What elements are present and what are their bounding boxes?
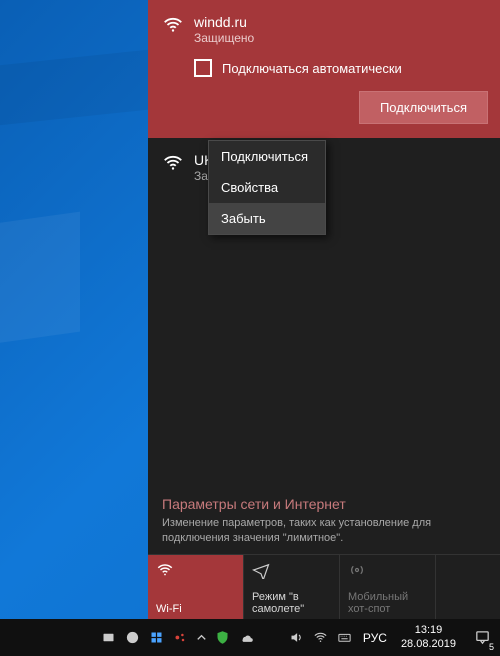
connect-button[interactable]: Подключиться <box>359 91 488 124</box>
wifi-icon <box>162 14 184 45</box>
tray-app-icon[interactable] <box>144 619 168 656</box>
clock[interactable]: 13:19 28.08.2019 <box>393 624 464 650</box>
network-item-selected[interactable]: windd.ru Защищено Подключаться автоматич… <box>148 0 500 138</box>
clock-date: 28.08.2019 <box>401 638 456 651</box>
quick-tiles: Wi-Fi Режим "в самолете" Мобильный хот-с… <box>148 554 500 619</box>
context-menu: Подключиться Свойства Забыть <box>208 140 326 235</box>
notification-count: 5 <box>487 642 496 652</box>
system-tray: РУС 13:19 28.08.2019 5 <box>285 619 500 656</box>
tile-hotspot[interactable]: Мобильный хот-спот <box>340 555 436 619</box>
tile-label: Режим "в самолете" <box>252 591 331 615</box>
network-settings-link[interactable]: Параметры сети и Интернет Изменение пара… <box>148 486 500 554</box>
network-flyout: windd.ru Защищено Подключаться автоматич… <box>148 0 500 619</box>
tray-overflow-icon[interactable] <box>192 619 210 656</box>
language-indicator[interactable]: РУС <box>357 631 393 645</box>
steam-icon[interactable] <box>120 619 144 656</box>
volume-icon[interactable] <box>285 619 309 656</box>
network-ssid: windd.ru <box>194 14 254 30</box>
taskbar-left <box>0 619 258 656</box>
taskbar: РУС 13:19 28.08.2019 5 <box>0 619 500 656</box>
ctx-properties[interactable]: Свойства <box>209 172 325 203</box>
wifi-icon <box>156 561 235 582</box>
defender-icon[interactable] <box>210 619 234 656</box>
airplane-icon <box>252 561 331 582</box>
network-status: Защищено <box>194 31 254 45</box>
action-center-icon[interactable]: 5 <box>464 619 500 656</box>
checkbox-icon <box>194 59 212 77</box>
wifi-icon <box>162 152 184 183</box>
tray-app-icon[interactable] <box>96 619 120 656</box>
tile-label: Мобильный хот-спот <box>348 591 427 615</box>
keyboard-icon[interactable] <box>333 619 357 656</box>
hotspot-icon <box>348 561 427 582</box>
ctx-forget[interactable]: Забыть <box>209 203 325 234</box>
tile-wifi[interactable]: Wi-Fi <box>148 555 244 619</box>
clock-time: 13:19 <box>401 624 456 637</box>
ctx-connect[interactable]: Подключиться <box>209 141 325 172</box>
tray-app-icon[interactable] <box>168 619 192 656</box>
tile-label: Wi-Fi <box>156 603 235 615</box>
auto-connect-checkbox[interactable]: Подключаться автоматически <box>194 59 488 77</box>
auto-connect-label: Подключаться автоматически <box>222 61 402 76</box>
network-list: windd.ru Защищено Подключаться автоматич… <box>148 0 500 486</box>
network-tray-icon[interactable] <box>309 619 333 656</box>
settings-title: Параметры сети и Интернет <box>162 496 486 512</box>
onedrive-icon[interactable] <box>234 619 258 656</box>
settings-desc: Изменение параметров, таких как установл… <box>162 516 486 546</box>
tile-airplane[interactable]: Режим "в самолете" <box>244 555 340 619</box>
